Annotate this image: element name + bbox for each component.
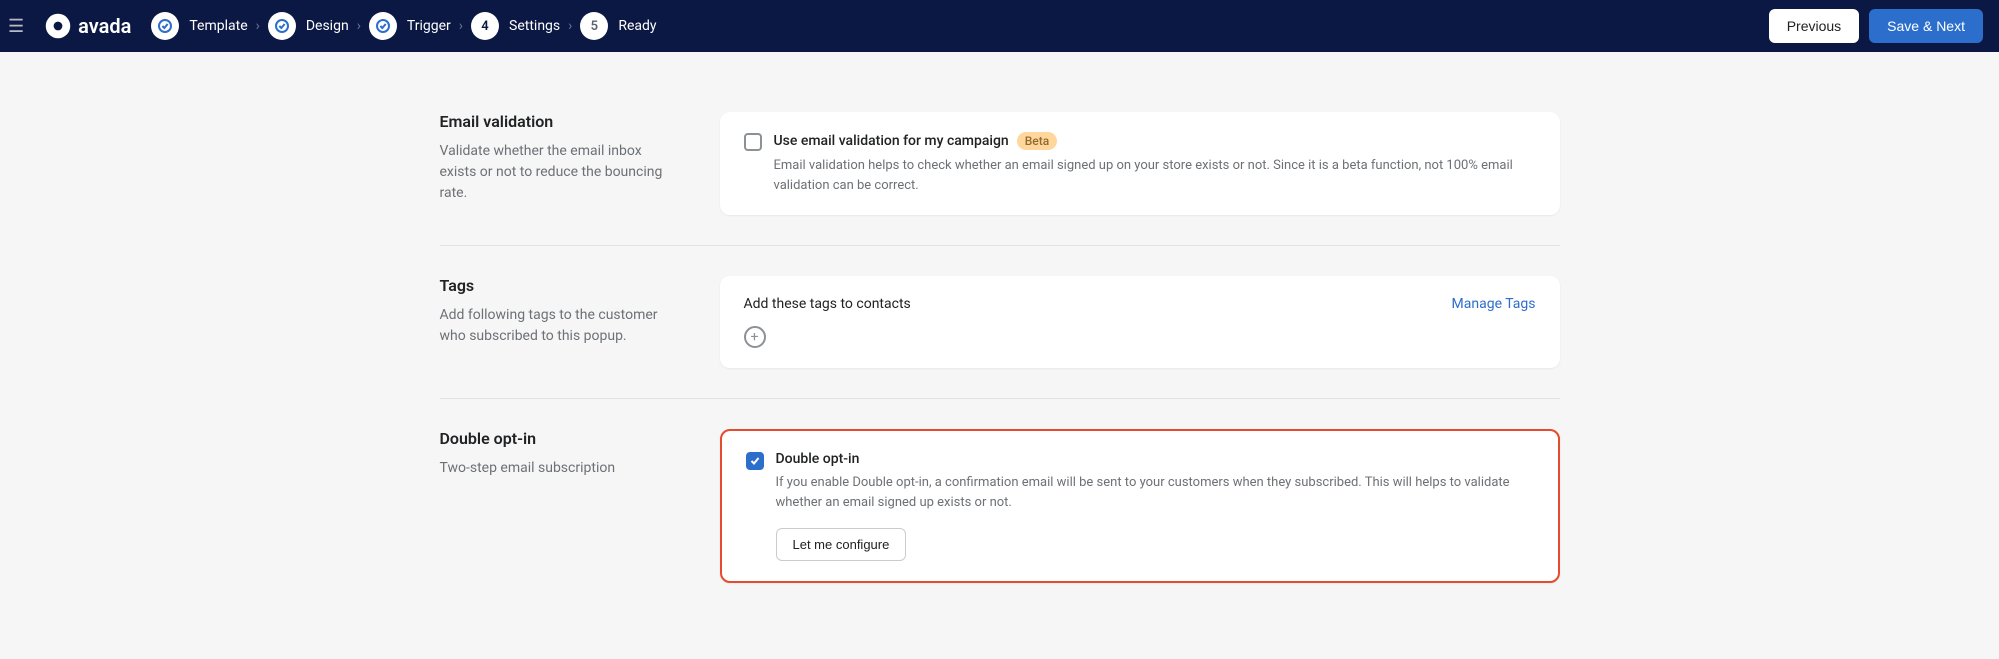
double-optin-help: If you enable Double opt-in, a confirmat… (776, 473, 1534, 512)
chevron-icon: › (357, 18, 361, 34)
double-optin-checkbox[interactable] (746, 452, 764, 470)
logo: avada (44, 12, 131, 40)
step-trigger[interactable]: Trigger (369, 12, 451, 40)
double-optin-desc: Two-step email subscription (440, 458, 680, 479)
beta-badge: Beta (1017, 132, 1057, 150)
tags-desc: Add following tags to the customer who s… (440, 305, 680, 347)
double-optin-title: Double opt-in (440, 429, 680, 448)
previous-button[interactable]: Previous (1769, 9, 1859, 43)
step-settings[interactable]: 4 Settings (471, 12, 560, 40)
double-optin-label: Double opt-in (776, 451, 860, 467)
save-next-button[interactable]: Save & Next (1869, 9, 1983, 43)
email-validation-help: Email validation helps to check whether … (774, 156, 1536, 195)
step-ready[interactable]: 5 Ready (580, 12, 656, 40)
menu-icon[interactable]: ☰ (8, 16, 24, 37)
tags-card-title: Add these tags to contacts (744, 296, 911, 312)
manage-tags-link[interactable]: Manage Tags (1452, 296, 1536, 312)
step-template[interactable]: Template (151, 12, 247, 40)
email-validation-desc: Validate whether the email inbox exists … (440, 141, 680, 204)
chevron-icon: › (256, 18, 260, 34)
email-validation-label: Use email validation for my campaign (774, 133, 1009, 149)
wizard-steps: Template › Design › Trigger › 4 Settings… (151, 12, 656, 40)
email-validation-checkbox[interactable] (744, 133, 762, 151)
tags-title: Tags (440, 276, 680, 295)
add-tag-icon[interactable]: + (744, 326, 766, 348)
chevron-icon: › (459, 18, 463, 34)
double-optin-card: Double opt-in If you enable Double opt-i… (720, 429, 1560, 583)
step-design[interactable]: Design (268, 12, 349, 40)
email-validation-title: Email validation (440, 112, 680, 131)
chevron-icon: › (568, 18, 572, 34)
configure-button[interactable]: Let me configure (776, 528, 907, 561)
email-validation-card: Use email validation for my campaign Bet… (720, 112, 1560, 215)
tags-card: Add these tags to contacts Manage Tags + (720, 276, 1560, 368)
